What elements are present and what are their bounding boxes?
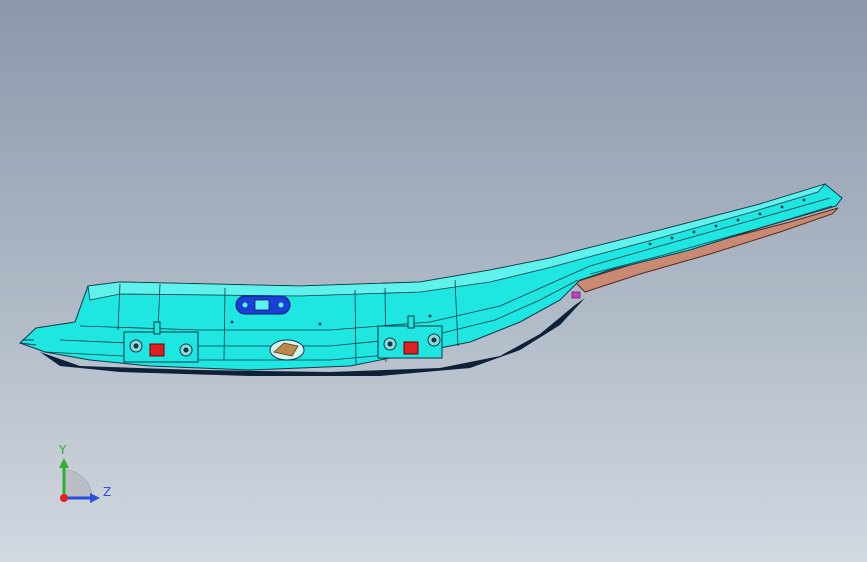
cad-model-view[interactable] [0,0,867,562]
cad-viewport[interactable]: Y Z [0,0,867,562]
top-bracket[interactable] [235,295,291,315]
access-hole [269,339,305,361]
bend-clip [571,291,581,299]
y-axis-label: Y [59,443,67,457]
origin-icon [60,494,68,502]
triad-plane-icon [63,469,93,499]
orientation-triad[interactable]: Y Z [40,436,130,516]
triad-axes [59,458,100,503]
z-axis-label: Z [103,485,112,499]
